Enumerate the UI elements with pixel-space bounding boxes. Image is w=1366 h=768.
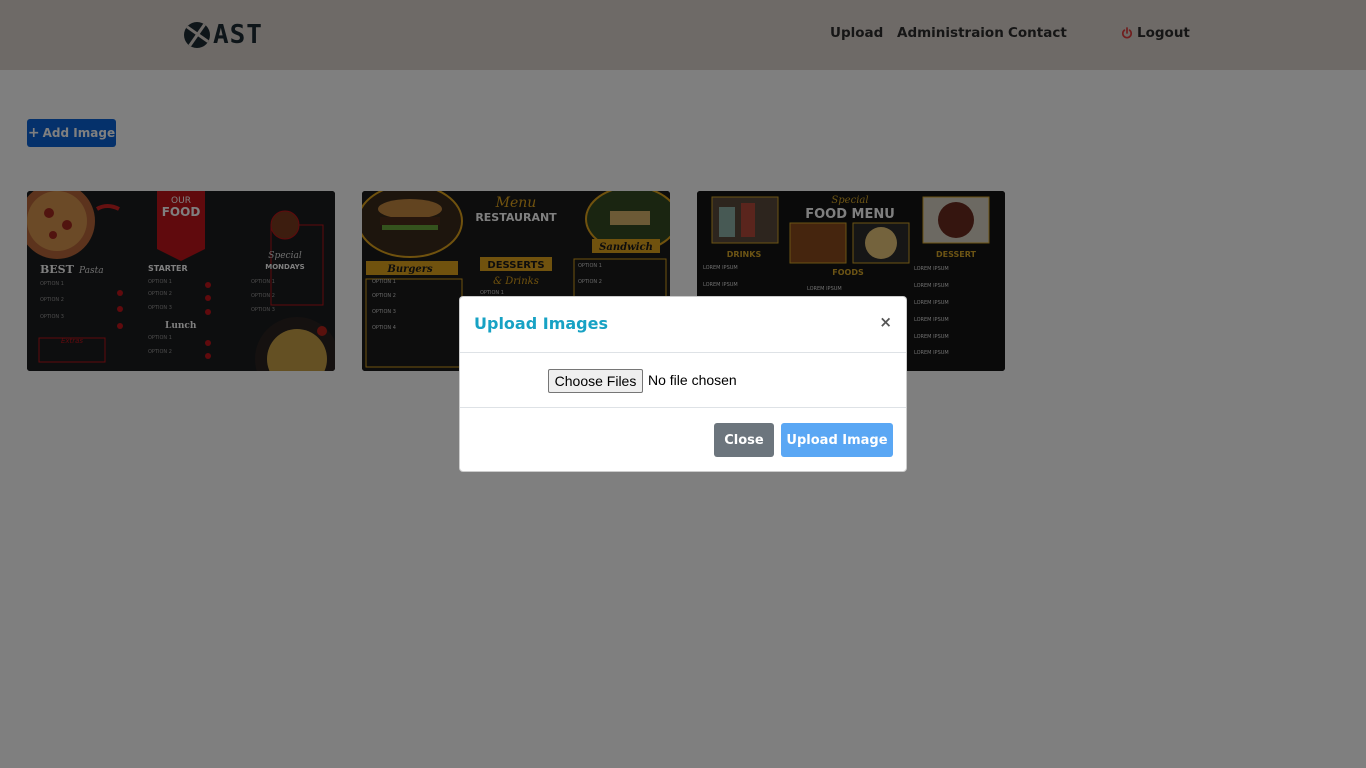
choose-files-button[interactable]: Choose Files: [548, 369, 643, 393]
close-button[interactable]: Close: [714, 423, 774, 457]
upload-images-modal: Upload Images × Choose Files No file cho…: [459, 296, 907, 472]
close-icon[interactable]: ×: [879, 313, 892, 331]
file-status-text: No file chosen: [648, 372, 737, 388]
upload-image-button[interactable]: Upload Image: [781, 423, 893, 457]
modal-title: Upload Images: [474, 314, 608, 333]
modal-body: Choose Files No file chosen: [460, 353, 906, 408]
modal-header: Upload Images ×: [460, 297, 906, 353]
